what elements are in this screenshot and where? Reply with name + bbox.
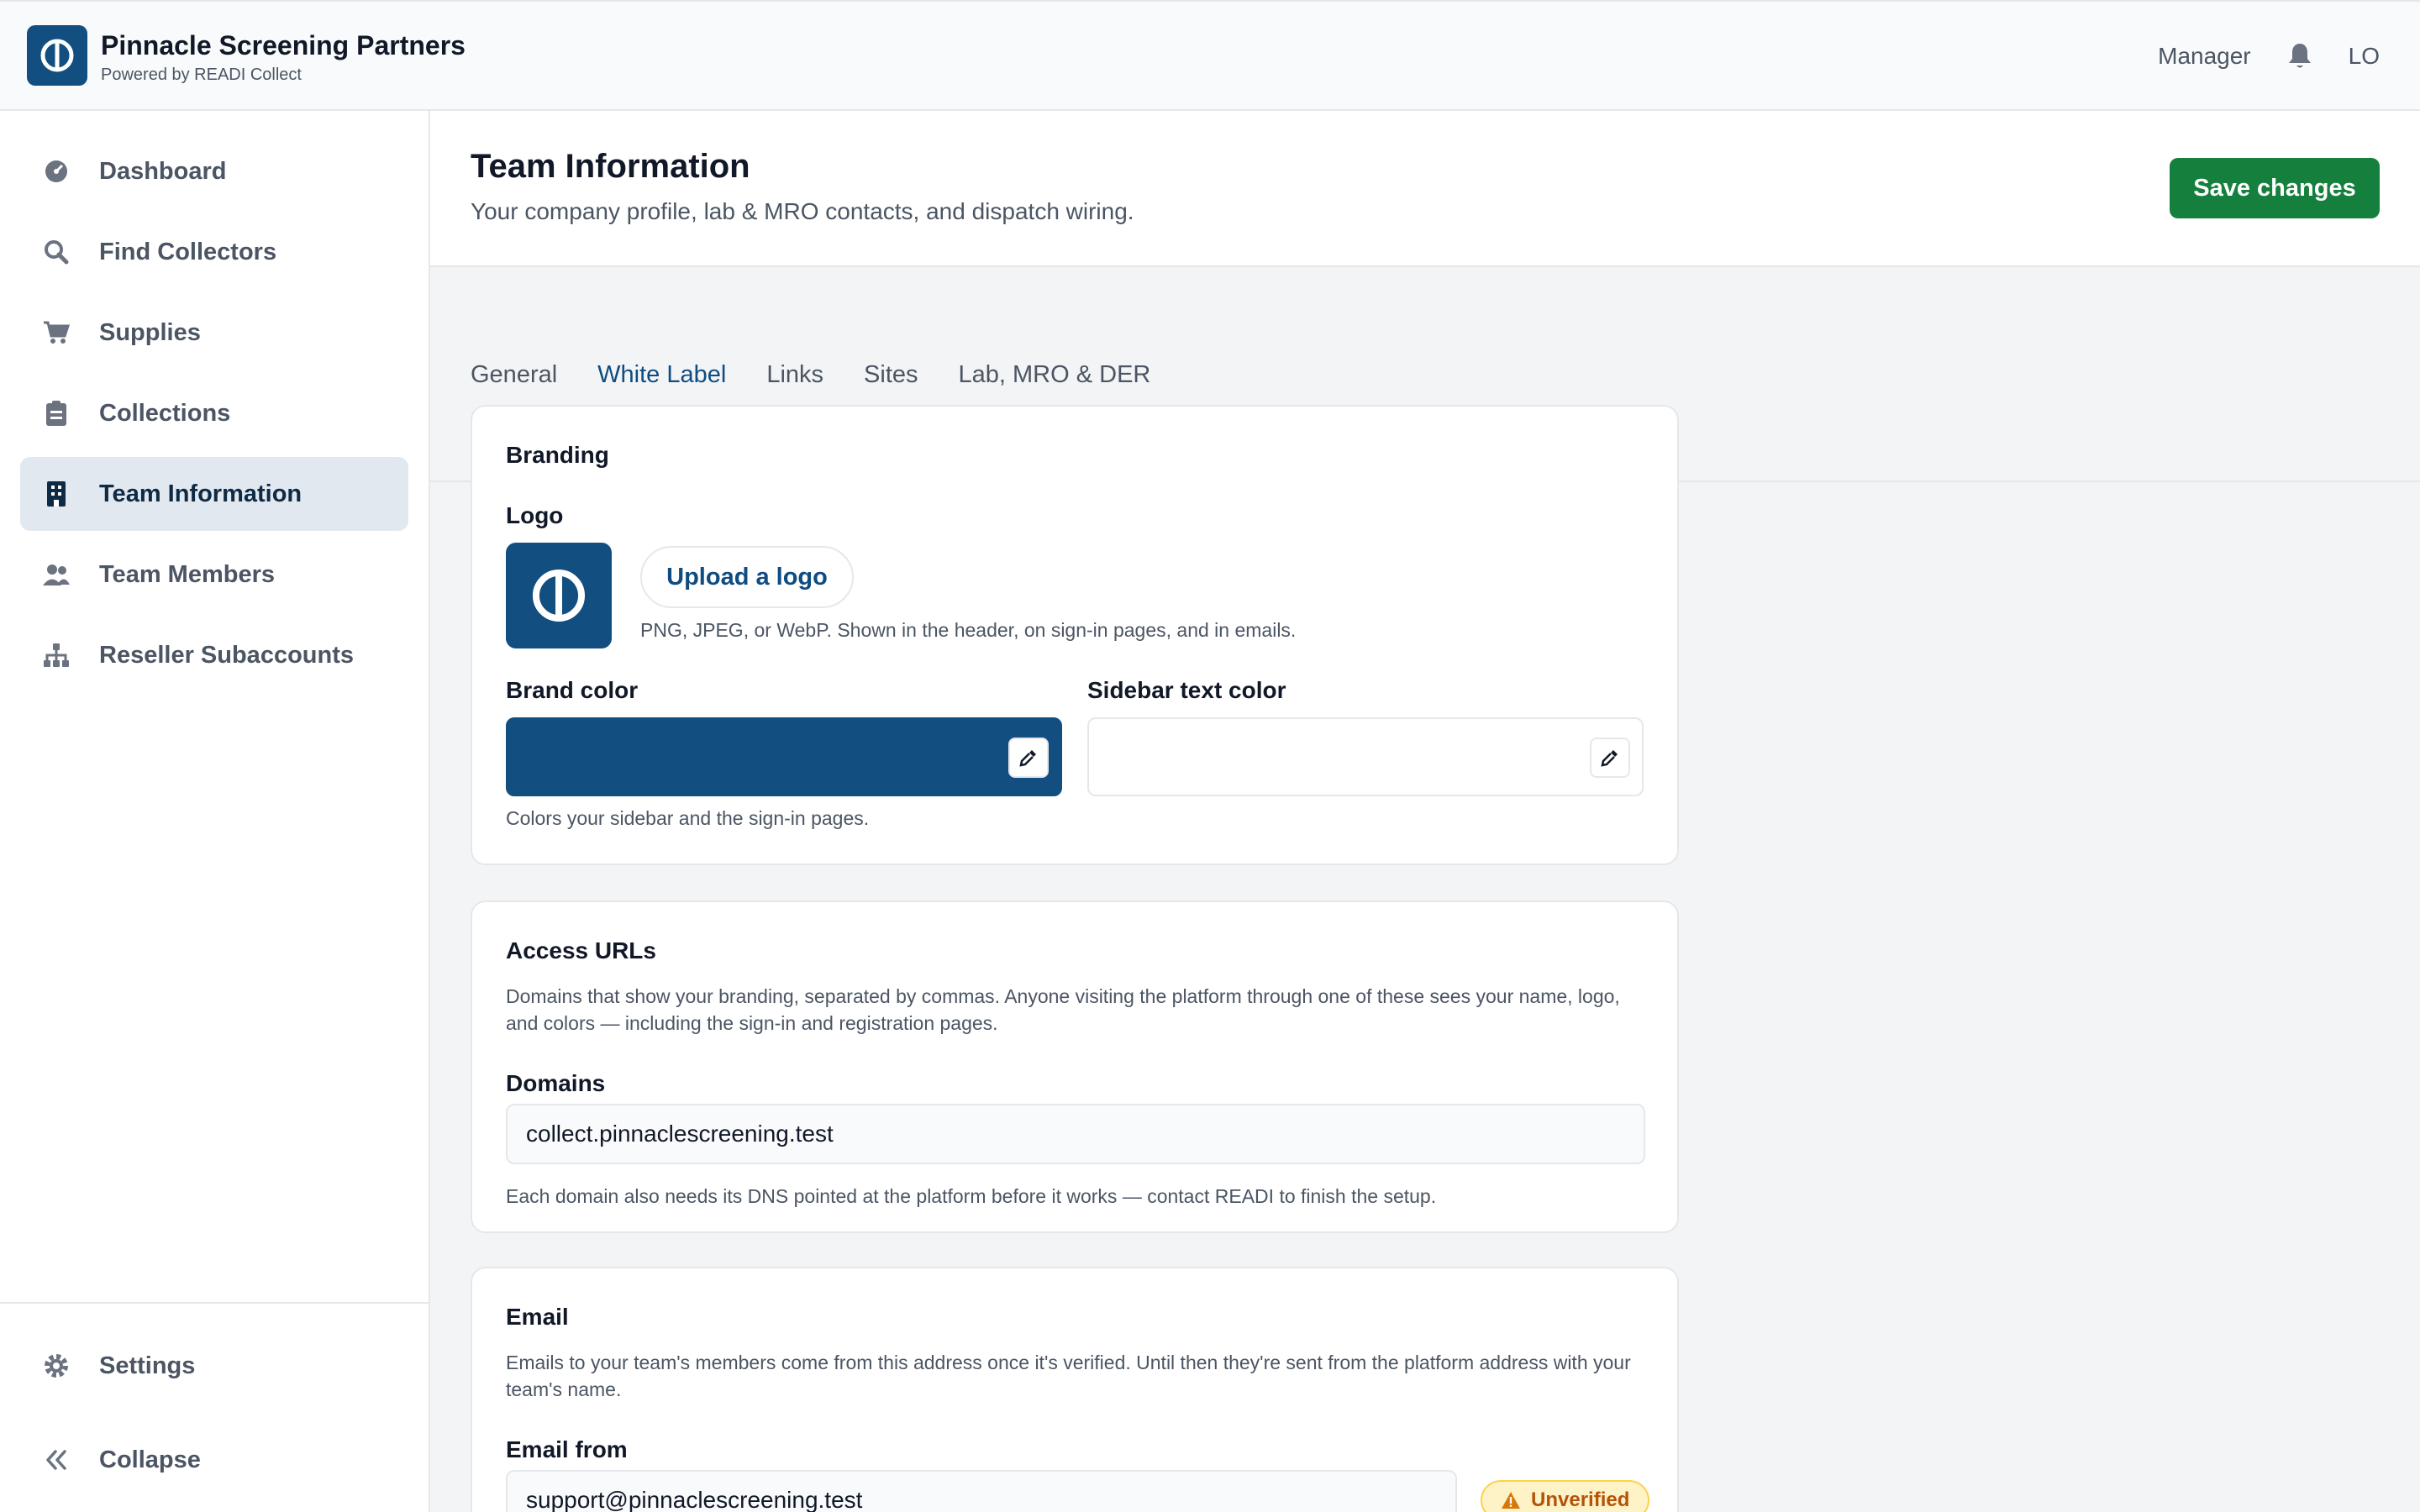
avatar[interactable]: LO: [2349, 43, 2380, 70]
dashboard-icon: [42, 157, 71, 186]
sidebar-text-color-picker-button[interactable]: [1590, 738, 1630, 778]
logo-help-text: PNG, JPEG, or WebP. Shown in the header,…: [640, 619, 1297, 641]
tab-label: White Label: [597, 360, 727, 388]
chevrons-left-icon: [42, 1446, 71, 1474]
access-urls-card: Access URLs Domains that show your brand…: [471, 900, 1679, 1233]
sidebar-item-label: Team Members: [99, 560, 275, 588]
sidebar-footer: Settings Collapse: [0, 1302, 429, 1512]
warning-icon: [1502, 1492, 1520, 1509]
sidebar-item-team-members[interactable]: Team Members: [20, 538, 408, 612]
domains-input[interactable]: [506, 1104, 1645, 1164]
brand-text: Pinnacle Screening Partners Powered by R…: [101, 29, 466, 85]
email-description: Emails to your team's members come from …: [506, 1352, 1631, 1400]
sidebar-item-label: Collections: [99, 399, 231, 427]
sidebar-item-team-information[interactable]: Team Information: [20, 457, 408, 531]
brand-color-picker-button[interactable]: [1008, 738, 1049, 778]
sidebar-item-label: Reseller Subaccounts: [99, 641, 354, 669]
tab-label: Sites: [864, 360, 918, 388]
cart-icon: [42, 318, 71, 347]
email-card: Email Emails to your team's members come…: [471, 1267, 1679, 1512]
status-badge: Unverified: [1481, 1480, 1650, 1512]
gear-icon: [42, 1352, 71, 1380]
sidebar-text-color-field[interactable]: [1087, 717, 1644, 796]
sidebar-item-supplies[interactable]: Supplies: [20, 296, 408, 370]
upload-logo-button[interactable]: Upload a logo: [640, 546, 854, 608]
role-label: Manager: [2158, 43, 2251, 69]
access-urls-description: Domains that show your branding, separat…: [506, 985, 1620, 1034]
hierarchy-icon: [42, 641, 71, 669]
sidebar-text-color-label: Sidebar text color: [1087, 677, 1286, 703]
sidebar-item-label: Supplies: [99, 318, 201, 346]
sidebar-item-reseller-subaccounts[interactable]: Reseller Subaccounts: [20, 618, 408, 692]
bell-icon[interactable]: [2285, 41, 2315, 71]
email-from-label: Email from: [506, 1436, 628, 1462]
settings-label: Settings: [99, 1352, 196, 1379]
domains-label: Domains: [506, 1070, 606, 1096]
collapse-button[interactable]: Collapse: [20, 1426, 408, 1494]
building-icon: [42, 480, 71, 508]
eyedropper-icon: [1601, 750, 1618, 767]
brand-color-field[interactable]: [506, 717, 1062, 796]
sidebar-item-label: Find Collectors: [99, 238, 277, 265]
branding-title: Branding: [506, 442, 609, 468]
sidebar-item-label: Dashboard: [99, 157, 227, 185]
page-header: Team Information Your company profile, l…: [430, 111, 2420, 267]
header-actions: Manager LO: [2158, 2, 2380, 111]
main-content: Team Information Your company profile, l…: [430, 111, 2420, 1512]
search-icon: [42, 238, 71, 266]
users-icon: [42, 560, 71, 589]
sidebar-nav: Dashboard Find Collectors Supplies Colle…: [20, 134, 408, 699]
logo-mark-icon: [40, 39, 74, 72]
sidebar-item-label: Team Information: [99, 480, 302, 507]
access-urls-title: Access URLs: [506, 937, 656, 963]
email-title: Email: [506, 1304, 569, 1330]
sidebar-item-dashboard[interactable]: Dashboard: [20, 134, 408, 208]
sidebar: Dashboard Find Collectors Supplies Colle…: [0, 111, 430, 1512]
color-help-text: Colors your sidebar and the sign-in page…: [506, 807, 870, 829]
sidebar-item-collections[interactable]: Collections: [20, 376, 408, 450]
page-title: Team Information: [471, 148, 750, 185]
tab-label: General: [471, 360, 558, 388]
company-name: Pinnacle Screening Partners: [101, 30, 466, 60]
save-button[interactable]: Save changes: [2170, 158, 2380, 218]
tab-label: Lab, MRO & DER: [958, 360, 1151, 388]
logo-label: Logo: [506, 502, 564, 528]
sidebar-item-settings[interactable]: Settings: [20, 1332, 408, 1399]
branding-card: Branding Logo Upload a logo PNG, JPEG, o…: [471, 405, 1679, 865]
dns-help-text: Each domain also needs its DNS pointed a…: [506, 1185, 1437, 1207]
logo-mark-icon: [532, 569, 586, 622]
tab-label: Links: [766, 360, 824, 388]
clipboard-icon: [42, 399, 71, 428]
sidebar-item-find-collectors[interactable]: Find Collectors: [20, 215, 408, 289]
email-from-input[interactable]: [506, 1470, 1457, 1512]
eyedropper-icon: [1019, 750, 1036, 767]
logo-preview: [506, 543, 612, 648]
powered-by: Powered by READI Collect: [101, 66, 302, 84]
brand-color-label: Brand color: [506, 677, 639, 703]
company-logo[interactable]: [27, 25, 87, 86]
app-header: Pinnacle Screening Partners Powered by R…: [0, 0, 2420, 111]
status-badge-label: Unverified: [1531, 1488, 1630, 1511]
page-subtitle: Your company profile, lab & MRO contacts…: [471, 198, 1134, 224]
collapse-label: Collapse: [99, 1446, 201, 1473]
